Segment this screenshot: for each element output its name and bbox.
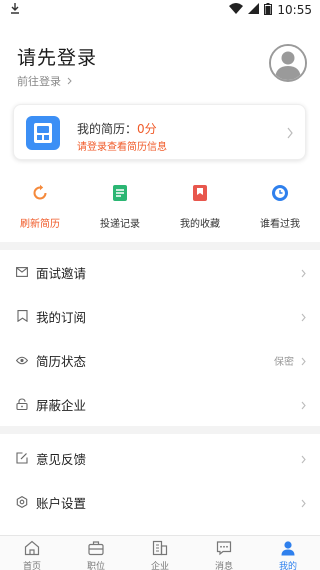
wifi-icon: [229, 3, 244, 17]
quick-who-viewed[interactable]: 谁看过我: [240, 183, 320, 233]
chevron-right-icon: [301, 263, 306, 282]
tab-label: 职位: [86, 562, 105, 570]
message-icon: [216, 540, 232, 556]
menu-account-settings[interactable]: 账户设置: [0, 480, 320, 524]
quick-delivery-records[interactable]: 投递记录: [80, 183, 160, 233]
signal-icon: [248, 3, 260, 17]
briefcase-icon: [88, 540, 104, 556]
chevron-right-icon: [301, 449, 306, 468]
quick-delivery-label: 投递记录: [100, 219, 140, 230]
chevron-right-icon: [301, 351, 306, 370]
chevron-right-icon: [67, 75, 72, 88]
menu-my-subscriptions[interactable]: 我的订阅: [0, 294, 320, 338]
profile-title[interactable]: 请先登录: [17, 43, 97, 70]
building-icon: [152, 540, 168, 556]
download-icon: [10, 2, 20, 18]
tab-mine[interactable]: 我的: [256, 536, 320, 570]
quick-actions: 刷新简历 投递记录 我的收藏 谁看过我: [0, 183, 320, 233]
tab-companies[interactable]: 企业: [128, 536, 192, 570]
bottom-tab-bar: 首页 职位 企业 消息 我的: [0, 535, 320, 570]
resume-status-value: 保密: [274, 356, 294, 368]
menu-feedback[interactable]: 意见反馈: [0, 436, 320, 480]
document-icon: [110, 183, 130, 203]
chevron-right-icon: [301, 307, 306, 326]
menu-label: 我的订阅: [36, 309, 87, 325]
clock-icon: [270, 183, 290, 203]
tab-messages[interactable]: 消息: [192, 536, 256, 570]
lock-icon: [16, 398, 28, 410]
resume-title: 我的简历：0分: [77, 120, 157, 137]
tab-home[interactable]: 首页: [0, 536, 64, 570]
quick-favorites[interactable]: 我的收藏: [160, 183, 240, 233]
tab-jobs[interactable]: 职位: [64, 536, 128, 570]
quick-favorites-label: 我的收藏: [180, 219, 220, 230]
tab-label: 首页: [22, 562, 41, 570]
refresh-icon: [30, 183, 50, 203]
menu-resume-status[interactable]: 简历状态 保密: [0, 338, 320, 382]
quick-refresh-resume[interactable]: 刷新简历: [0, 183, 80, 233]
resume-title-label: 我的简历：: [77, 122, 138, 136]
bookmark-icon: [190, 183, 210, 203]
section-divider: [0, 426, 320, 434]
chevron-right-icon: [287, 124, 293, 143]
resume-icon: [26, 116, 60, 150]
resume-score: 0分: [137, 122, 157, 136]
resume-card[interactable]: 我的简历：0分 请登录查看简历信息: [13, 104, 306, 160]
tab-label: 消息: [214, 562, 233, 570]
menu-block-companies[interactable]: 屏蔽企业: [0, 382, 320, 426]
menu-label: 面试邀请: [36, 265, 87, 281]
profile-header[interactable]: 请先登录 前往登录: [0, 20, 320, 102]
home-icon: [24, 540, 40, 556]
status-bar: 10:55: [0, 0, 320, 20]
user-icon: [280, 540, 296, 556]
quick-who-viewed-label: 谁看过我: [260, 219, 300, 230]
status-time: 10:55: [277, 3, 312, 17]
quick-refresh-label: 刷新简历: [20, 219, 60, 230]
menu-label: 简历状态: [36, 353, 87, 369]
menu-label: 屏蔽企业: [36, 397, 87, 413]
edit-icon: [16, 452, 28, 464]
menu-label: 账户设置: [36, 495, 87, 511]
chevron-right-icon: [301, 493, 306, 512]
mail-icon: [16, 266, 28, 278]
chevron-right-icon: [301, 395, 306, 414]
battery-icon: [264, 2, 273, 18]
tab-label: 企业: [150, 562, 169, 570]
bookmark-outline-icon: [16, 310, 28, 322]
gear-icon: [16, 496, 28, 508]
menu-interview-invites[interactable]: 面试邀请: [0, 250, 320, 294]
login-link[interactable]: 前往登录: [17, 73, 72, 89]
login-link-label: 前往登录: [17, 75, 61, 88]
resume-hint: 请登录查看简历信息: [77, 142, 167, 153]
tab-label: 我的: [278, 562, 297, 570]
menu-label: 意见反馈: [36, 451, 87, 467]
avatar[interactable]: [269, 44, 307, 82]
eye-icon: [16, 354, 28, 366]
section-divider: [0, 242, 320, 250]
